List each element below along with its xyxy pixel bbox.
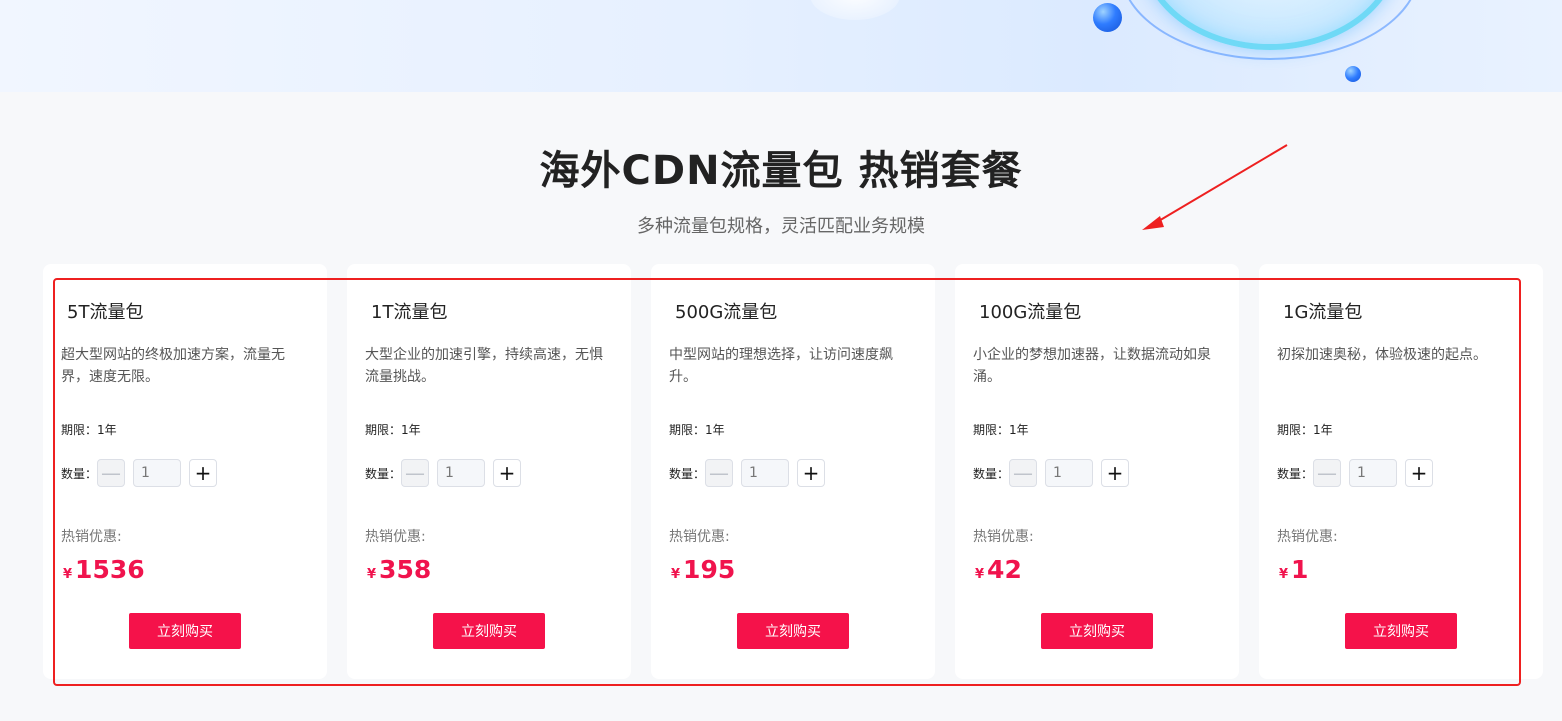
- minus-icon[interactable]: —: [401, 459, 429, 487]
- package-card: 5T流量包 超大型网站的终极加速方案，流量无界，速度无限。 期限：1年 数量： …: [43, 264, 327, 679]
- package-price: ¥ 358: [367, 555, 431, 584]
- currency-symbol: ¥: [63, 567, 73, 582]
- promo-label: 热销优惠:: [669, 529, 730, 545]
- currency-symbol: ¥: [367, 567, 377, 582]
- package-card: 100G流量包 小企业的梦想加速器，让数据流动如泉涌。 期限：1年 数量： — …: [955, 264, 1239, 679]
- package-price: ¥ 1536: [63, 555, 145, 584]
- package-name: 1T流量包: [371, 302, 448, 323]
- minus-icon[interactable]: —: [705, 459, 733, 487]
- plus-icon[interactable]: +: [797, 459, 825, 487]
- price-value: 1536: [75, 555, 145, 584]
- quantity-input[interactable]: [437, 459, 485, 487]
- section-title: 海外CDN流量包 热销套餐: [539, 148, 1023, 194]
- package-card: 1G流量包 初探加速奥秘，体验极速的起点。 期限：1年 数量： — + 热销优惠…: [1259, 264, 1543, 679]
- package-term: 期限：1年: [973, 423, 1029, 437]
- buy-now-button[interactable]: 立刻购买: [1041, 613, 1153, 649]
- price-value: 1: [1291, 555, 1309, 584]
- package-name: 5T流量包: [67, 302, 144, 323]
- package-price: ¥ 42: [975, 555, 1022, 584]
- minus-icon[interactable]: —: [97, 459, 125, 487]
- quantity-stepper: 数量： — +: [669, 459, 825, 487]
- currency-symbol: ¥: [975, 567, 985, 582]
- minus-icon[interactable]: —: [1009, 459, 1037, 487]
- hero-highlight: [810, 0, 900, 20]
- package-description: 大型企业的加速引擎，持续高速，无惧流量挑战。: [365, 347, 603, 385]
- quantity-stepper: 数量： — +: [61, 459, 217, 487]
- quantity-stepper: 数量： — +: [973, 459, 1129, 487]
- price-value: 358: [379, 555, 432, 584]
- currency-symbol: ¥: [671, 567, 681, 582]
- buy-now-button[interactable]: 立刻购买: [1345, 613, 1457, 649]
- package-description: 超大型网站的终极加速方案，流量无界，速度无限。: [61, 347, 285, 385]
- quantity-label: 数量：: [1277, 466, 1314, 481]
- buy-now-button[interactable]: 立刻购买: [737, 613, 849, 649]
- package-description: 小企业的梦想加速器，让数据流动如泉涌。: [973, 347, 1211, 385]
- promo-label: 热销优惠:: [61, 529, 122, 545]
- hero-banner: [0, 0, 1562, 92]
- promo-label: 热销优惠:: [973, 529, 1034, 545]
- plus-icon[interactable]: +: [1101, 459, 1129, 487]
- package-name: 100G流量包: [979, 302, 1082, 323]
- section-subtitle: 多种流量包规格，灵活匹配业务规模: [637, 216, 925, 237]
- package-term: 期限：1年: [1277, 423, 1333, 437]
- plus-icon[interactable]: +: [1405, 459, 1433, 487]
- currency-symbol: ¥: [1279, 567, 1289, 582]
- package-card: 1T流量包 大型企业的加速引擎，持续高速，无惧流量挑战。 期限：1年 数量： —…: [347, 264, 631, 679]
- package-term: 期限：1年: [61, 423, 117, 437]
- quantity-label: 数量：: [61, 466, 98, 481]
- price-value: 195: [683, 555, 736, 584]
- price-value: 42: [987, 555, 1022, 584]
- buy-now-button[interactable]: 立刻购买: [433, 613, 545, 649]
- package-description: 初探加速奥秘，体验极速的起点。: [1277, 347, 1487, 363]
- hero-orb: [1093, 3, 1122, 32]
- hero-orb-small: [1345, 66, 1361, 82]
- package-price: ¥ 1: [1279, 555, 1308, 584]
- package-name: 1G流量包: [1283, 302, 1363, 323]
- quantity-stepper: 数量： — +: [1277, 459, 1433, 487]
- quantity-label: 数量：: [669, 466, 706, 481]
- minus-icon[interactable]: —: [1313, 459, 1341, 487]
- quantity-label: 数量：: [365, 466, 402, 481]
- buy-now-button[interactable]: 立刻购买: [129, 613, 241, 649]
- promo-label: 热销优惠:: [365, 529, 426, 545]
- plus-icon[interactable]: +: [493, 459, 521, 487]
- package-term: 期限：1年: [669, 423, 725, 437]
- promo-label: 热销优惠:: [1277, 529, 1338, 545]
- quantity-input[interactable]: [1349, 459, 1397, 487]
- package-description: 中型网站的理想选择，让访问速度飙升。: [669, 347, 893, 385]
- package-price: ¥ 195: [671, 555, 735, 584]
- quantity-input[interactable]: [1045, 459, 1093, 487]
- plus-icon[interactable]: +: [189, 459, 217, 487]
- quantity-input[interactable]: [741, 459, 789, 487]
- package-name: 500G流量包: [675, 302, 778, 323]
- quantity-input[interactable]: [133, 459, 181, 487]
- package-term: 期限：1年: [365, 423, 421, 437]
- package-card: 500G流量包 中型网站的理想选择，让访问速度飙升。 期限：1年 数量： — +…: [651, 264, 935, 679]
- quantity-stepper: 数量： — +: [365, 459, 521, 487]
- quantity-label: 数量：: [973, 466, 1010, 481]
